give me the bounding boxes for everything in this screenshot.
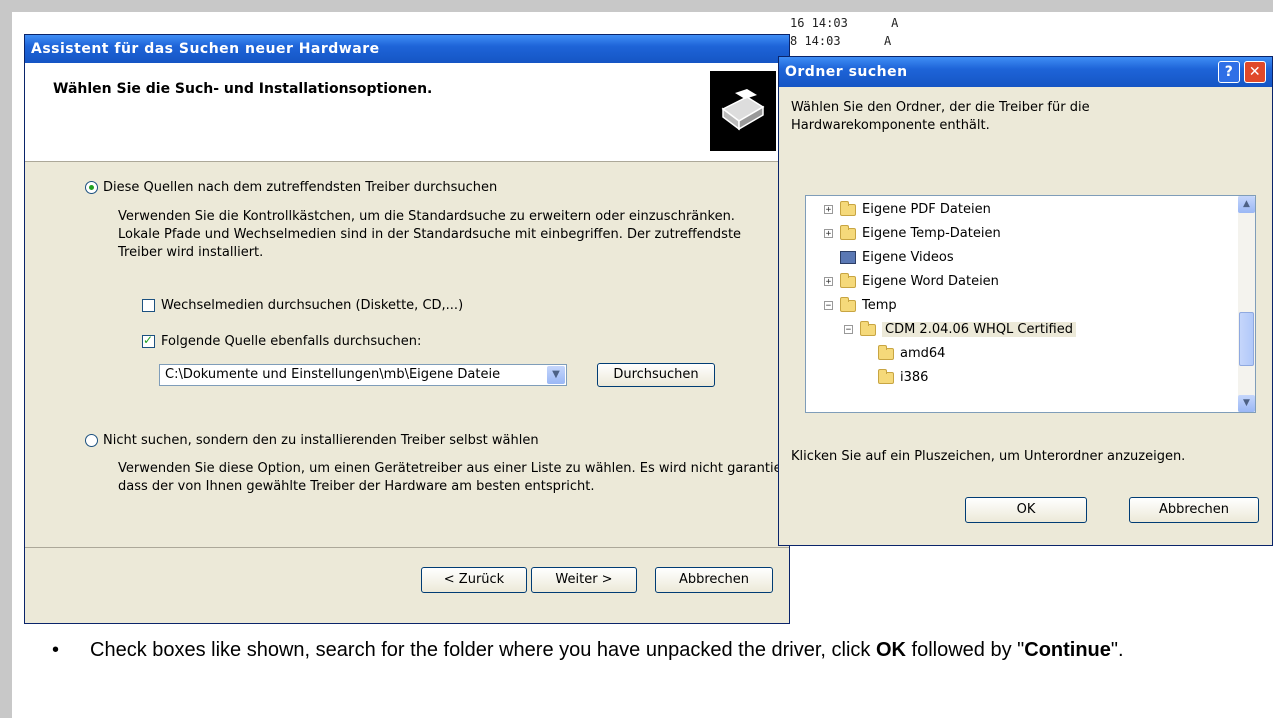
- bullet-icon: •: [52, 639, 60, 661]
- folder-icon: [860, 320, 876, 336]
- tree-item-label[interactable]: Eigene Word Dateien: [862, 274, 999, 289]
- tree-item[interactable]: − Temp: [824, 294, 897, 318]
- frame-left-border: [0, 0, 12, 718]
- folder-dialog-titlebar[interactable]: Ordner suchen ? ✕: [779, 57, 1272, 87]
- radio-search-sources[interactable]: [85, 181, 98, 194]
- option-choose-driver-label: Nicht suchen, sondern den zu installiere…: [103, 433, 539, 448]
- back-button[interactable]: < Zurück: [421, 567, 527, 593]
- hardware-install-icon: [710, 71, 776, 151]
- tree-item-label[interactable]: Eigene Videos: [862, 250, 954, 265]
- checkbox-include-location-box[interactable]: [142, 333, 155, 348]
- folder-dialog-prompt: Wählen Sie den Ordner, der die Treiber f…: [791, 100, 1090, 133]
- tree-item[interactable]: i386: [878, 366, 928, 390]
- folder-cancel-button[interactable]: Abbrechen: [1129, 497, 1259, 523]
- browse-folder-dialog: Ordner suchen ? ✕ Wählen Sie den Ordner,…: [778, 56, 1273, 546]
- next-button[interactable]: Weiter >: [531, 567, 637, 593]
- option-choose-driver[interactable]: Nicht suchen, sondern den zu installiere…: [85, 433, 539, 448]
- chevron-down-icon[interactable]: ▼: [547, 366, 565, 384]
- folder-icon: [840, 224, 856, 240]
- option-search-sources[interactable]: Diese Quellen nach dem zutreffendsten Tr…: [85, 180, 497, 195]
- folder-dialog-hint: Klicken Sie auf ein Pluszeichen, um Unte…: [791, 449, 1186, 464]
- folder-icon: [878, 368, 894, 384]
- folder-tree[interactable]: + Eigene PDF Dateien + Eigene Temp-Dateien…: [805, 195, 1256, 413]
- checkbox-removable-media-label: Wechselmedien durchsuchen (Diskette, CD,…: [161, 298, 464, 313]
- tree-item-label[interactable]: Eigene PDF Dateien: [862, 202, 991, 217]
- listing-date: 8 14:03: [790, 34, 841, 48]
- folder-icon: [840, 272, 856, 288]
- wizard-titlebar[interactable]: Assistent für das Suchen neuer Hardware: [25, 35, 789, 63]
- search-path-value[interactable]: C:\Dokumente und Einstellungen\mb\Eigene…: [165, 367, 500, 382]
- tree-item-label[interactable]: i386: [900, 370, 928, 385]
- tree-item-label[interactable]: amd64: [900, 346, 945, 361]
- tree-item-selected[interactable]: − CDM 2.04.06 WHQL Certified: [844, 318, 1076, 342]
- checkbox-removable-media-box[interactable]: [142, 299, 155, 312]
- tree-item-label[interactable]: Temp: [862, 298, 897, 313]
- scrollbar-thumb[interactable]: [1239, 312, 1254, 366]
- close-icon[interactable]: ✕: [1244, 61, 1266, 83]
- folder-icon: [840, 200, 856, 216]
- video-folder-icon: [840, 251, 856, 264]
- tree-item[interactable]: + Eigene Temp-Dateien: [824, 222, 1001, 246]
- instruction-ok-emphasis: OK: [875, 639, 906, 661]
- option-choose-driver-description: Verwenden Sie diese Option, um einen Ger…: [118, 461, 797, 494]
- collapse-icon[interactable]: −: [824, 301, 833, 311]
- listing-attr: A: [891, 16, 899, 30]
- checkbox-include-location-label: Folgende Quelle ebenfalls durchsuchen:: [161, 334, 422, 349]
- expand-icon[interactable]: +: [824, 277, 833, 287]
- folder-icon: [840, 296, 856, 312]
- instruction-part: ".: [1110, 639, 1124, 661]
- chevron-up-icon[interactable]: ▲: [1238, 196, 1255, 213]
- wizard-header: Wählen Sie die Such- und Installationsop…: [25, 63, 789, 162]
- tree-item-label[interactable]: CDM 2.04.06 WHQL Certified: [882, 322, 1076, 337]
- listing-attr: A: [883, 34, 892, 48]
- instruction-part: Check boxes like shown, search for the f…: [90, 639, 876, 661]
- folder-icon: [878, 344, 894, 360]
- instruction-continue-emphasis: Continue: [1024, 639, 1111, 661]
- wizard-cancel-button[interactable]: Abbrechen: [655, 567, 773, 593]
- browse-button[interactable]: Durchsuchen: [597, 363, 715, 387]
- folder-dialog-title: Ordner suchen: [785, 64, 908, 80]
- option-search-sources-description: Verwenden Sie die Kontrollkästchen, um d…: [118, 209, 742, 260]
- listing-row: 16 14:03 A: [790, 14, 898, 32]
- background-listing: 16 14:03 A 8 14:03 A: [790, 14, 898, 50]
- tree-item[interactable]: Eigene Videos: [840, 246, 954, 270]
- expand-icon[interactable]: +: [824, 205, 833, 215]
- checkbox-removable-media[interactable]: Wechselmedien durchsuchen (Diskette, CD,…: [142, 298, 463, 313]
- radio-choose-driver[interactable]: [85, 434, 98, 447]
- hardware-wizard-window: Assistent für das Suchen neuer Hardware …: [24, 34, 796, 624]
- instruction-text: • Check boxes like shown, search for the…: [52, 633, 1220, 667]
- frame-top-border: [0, 0, 1273, 12]
- help-icon[interactable]: ?: [1218, 61, 1240, 83]
- listing-date: 16 14:03: [790, 16, 848, 30]
- tree-item-label[interactable]: Eigene Temp-Dateien: [862, 226, 1001, 241]
- tree-item[interactable]: + Eigene Word Dateien: [824, 270, 999, 294]
- tree-item[interactable]: + Eigene PDF Dateien: [824, 198, 991, 222]
- tree-item[interactable]: amd64: [878, 342, 945, 366]
- chevron-down-icon[interactable]: ▼: [1238, 395, 1255, 412]
- search-path-combobox[interactable]: C:\Dokumente und Einstellungen\mb\Eigene…: [159, 364, 567, 386]
- checkbox-include-location[interactable]: Folgende Quelle ebenfalls durchsuchen:: [142, 333, 422, 349]
- option-search-sources-label: Diese Quellen nach dem zutreffendsten Tr…: [103, 180, 498, 195]
- expand-icon[interactable]: +: [824, 229, 833, 239]
- tree-scrollbar[interactable]: ▲ ▼: [1238, 196, 1255, 412]
- listing-row: 8 14:03 A: [790, 32, 898, 50]
- ok-button[interactable]: OK: [965, 497, 1087, 523]
- footer-divider: [25, 547, 789, 548]
- wizard-header-title: Wählen Sie die Such- und Installationsop…: [53, 81, 433, 97]
- collapse-icon[interactable]: −: [844, 325, 853, 335]
- instruction-part: followed by ": [905, 639, 1025, 661]
